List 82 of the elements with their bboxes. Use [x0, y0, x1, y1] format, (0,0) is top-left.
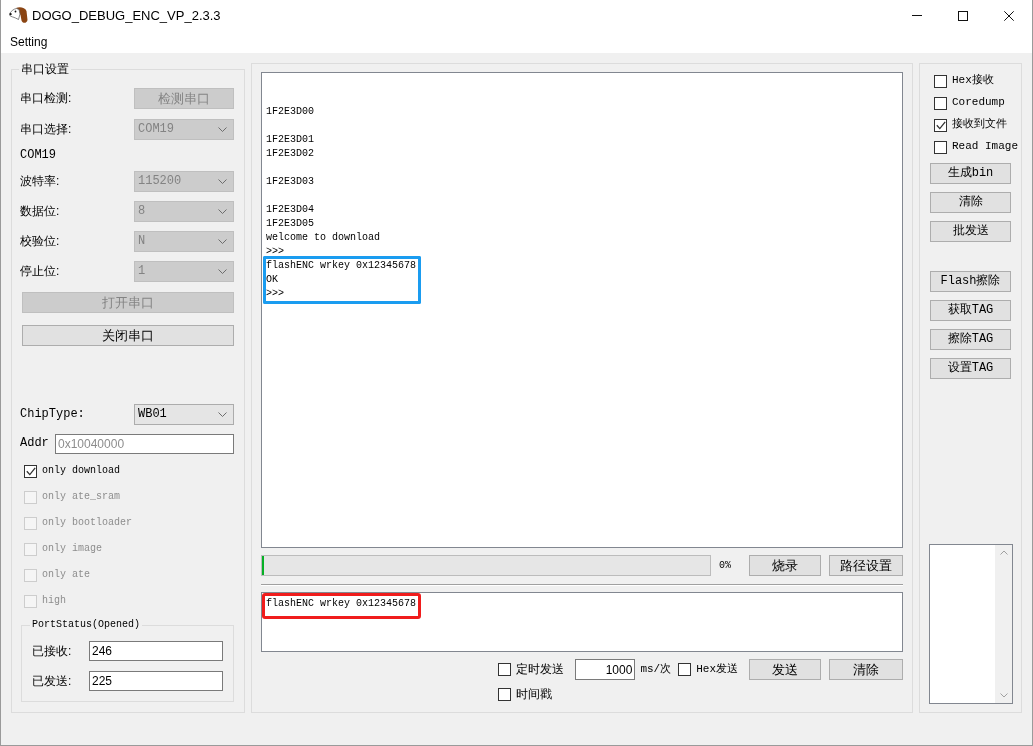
checkbox[interactable] — [934, 74, 947, 88]
maximize-icon — [958, 10, 968, 21]
checkbox[interactable] — [24, 464, 37, 478]
unit-label: ms/次 — [640, 662, 672, 677]
field-label: 停止位: — [20, 263, 60, 279]
checkbox[interactable] — [934, 118, 947, 132]
chevron-icon — [218, 178, 227, 184]
send-text: flashENC wrkey 0x12345678 — [262, 593, 422, 619]
field-label: 数据位: — [20, 203, 60, 219]
checkbox-label: Coredump — [952, 96, 1005, 110]
log-line: 1F2E3D03 — [266, 175, 315, 189]
checkbox-label: 接收到文件 — [952, 118, 1007, 132]
checkbox[interactable] — [498, 663, 512, 676]
chevron-icon — [218, 126, 227, 132]
checkbox-label: only image — [42, 543, 102, 555]
checkbox[interactable] — [934, 140, 947, 154]
scroll-up-icon — [999, 550, 1008, 555]
dog-icon — [9, 7, 28, 24]
checkbox-label: only ate — [42, 569, 90, 581]
scroll-down-icon — [999, 693, 1008, 698]
port-name-text: COM19 — [20, 147, 56, 163]
interval-field[interactable]: 1000 — [575, 659, 636, 680]
window-title: DOGO_DEBUG_ENC_VP_2.3.3 — [32, 7, 221, 24]
checkbox-label: Read Image — [952, 140, 1018, 154]
log-line: 1F2E3D04 — [266, 203, 315, 217]
chevron-icon — [218, 208, 227, 214]
dropdown[interactable]: WB01 — [134, 403, 234, 425]
log-line: 1F2E3D02 — [266, 147, 315, 161]
chevron-icon — [218, 238, 227, 244]
list-box[interactable] — [929, 544, 1013, 704]
action-button[interactable]: 发送 — [749, 659, 821, 680]
counter-field[interactable]: 246 — [89, 641, 223, 661]
group-title: 串口设置 — [19, 62, 71, 76]
action-button[interactable]: 批发送 — [930, 221, 1011, 242]
chevron-icon — [218, 268, 227, 274]
progress-reading: 0% — [719, 559, 732, 572]
checkbox-label: only download — [42, 465, 120, 477]
action-button[interactable]: 清除 — [829, 659, 903, 680]
field-label: ChipType: — [20, 406, 85, 422]
checkbox-label: only ate_sram — [42, 491, 120, 503]
log-line: 1F2E3D01 — [266, 133, 315, 147]
field-label: 已接收: — [32, 643, 72, 659]
close-icon — [1004, 10, 1014, 21]
action-button[interactable]: Flash擦除 — [930, 271, 1011, 292]
field-label: 串口检测: — [20, 91, 72, 106]
log-line: flashENC wrkey 0x12345678 — [263, 256, 422, 273]
counter-field[interactable]: 225 — [89, 671, 223, 691]
log-line: >>> — [263, 287, 422, 304]
action-button[interactable]: 设置TAG — [930, 358, 1011, 379]
log-line: >>> — [266, 245, 285, 259]
field-label: 已发送: — [32, 673, 72, 689]
action-button[interactable]: 生成bin — [930, 163, 1011, 184]
address-field[interactable]: 0x10040000 — [55, 433, 234, 454]
chevron-icon — [218, 411, 227, 417]
action-button[interactable]: 关闭串口 — [22, 325, 234, 346]
checkbox-label: Hex接收 — [952, 74, 994, 88]
action-button[interactable]: 擦除TAG — [930, 329, 1011, 350]
action-button[interactable]: 获取TAG — [930, 300, 1011, 321]
checkbox-label: 定时发送 — [516, 662, 565, 677]
action-button[interactable]: 清除 — [930, 192, 1011, 213]
action-button[interactable]: 路径设置 — [829, 555, 903, 576]
menu-item[interactable]: Setting — [9, 34, 49, 50]
checkbox-label: Hex发送 — [696, 662, 738, 677]
field-label: 校验位: — [20, 233, 60, 249]
log-line: 1F2E3D05 — [266, 217, 315, 231]
log-line: 1F2E3D00 — [266, 105, 315, 119]
scrollbar[interactable] — [995, 545, 1012, 703]
log-line: welcome to download — [266, 231, 382, 245]
checkbox[interactable] — [498, 688, 512, 701]
field-label: Addr — [20, 436, 49, 451]
minimize-icon — [912, 15, 922, 16]
checkbox-label: 时间戳 — [516, 687, 553, 702]
field-label: 波特率: — [20, 173, 60, 189]
action-button[interactable]: 烧录 — [749, 555, 821, 576]
field-label: 串口选择: — [20, 121, 72, 137]
checkbox[interactable] — [934, 96, 947, 110]
log-line: OK — [263, 273, 422, 287]
send-input[interactable]: flashENC wrkey 0x12345678 — [261, 592, 903, 652]
checkbox-label: high — [42, 595, 66, 607]
group-title: PortStatus(Opened) — [30, 618, 143, 632]
checkbox[interactable] — [678, 663, 692, 676]
checkbox-label: only bootloader — [42, 517, 132, 529]
